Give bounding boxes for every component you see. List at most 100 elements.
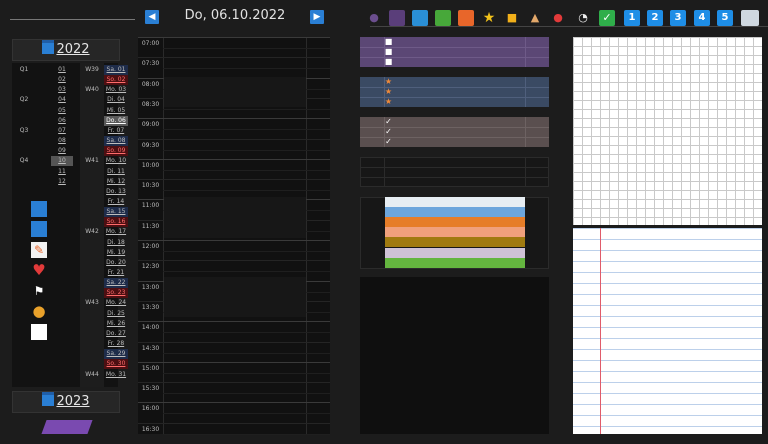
page-2-button[interactable]: 2	[647, 10, 663, 26]
schedule-slot[interactable]: 07:30	[138, 57, 330, 78]
year-2022-header[interactable]: 2022	[12, 39, 120, 61]
day-label[interactable]: So. 23	[104, 288, 128, 299]
day-label[interactable]: So. 02	[104, 75, 128, 86]
day-label[interactable]: Mi. 26	[104, 319, 128, 329]
month-label[interactable]: 07	[51, 126, 73, 136]
grid-notepad[interactable]	[573, 37, 762, 225]
clock-icon[interactable]: ◔	[575, 10, 591, 26]
week-label[interactable]: W41	[80, 156, 104, 166]
day-label[interactable]: Fr. 28	[104, 339, 128, 349]
laptop-icon[interactable]	[741, 10, 759, 26]
house-icon[interactable]: ▲	[527, 10, 543, 26]
week-label[interactable]: W44	[80, 370, 104, 380]
month-label[interactable]: 12	[51, 177, 73, 187]
day-label[interactable]: Di. 04	[104, 95, 128, 105]
day-label[interactable]: Fr. 07	[104, 126, 128, 136]
schedule-slot[interactable]: 16:30	[138, 422, 330, 444]
schedule-slot[interactable]: 16:00	[138, 402, 330, 423]
month-label[interactable]: 09	[51, 146, 73, 156]
day-label[interactable]: Mi. 12	[104, 177, 128, 187]
day-label[interactable]: Mi. 05	[104, 106, 128, 116]
day-label[interactable]: So. 16	[104, 217, 128, 228]
day-label[interactable]: Mo. 31	[104, 370, 128, 380]
day-label[interactable]: Di. 18	[104, 238, 128, 248]
day-label[interactable]: Sa. 22	[104, 278, 128, 289]
day-label[interactable]: Sa. 15	[104, 207, 128, 218]
day-label[interactable]: Mo. 24	[104, 298, 128, 308]
day-label[interactable]: So. 09	[104, 146, 128, 157]
schedule-slot[interactable]: 15:30	[138, 382, 330, 403]
day-label[interactable]: Mo. 17	[104, 227, 128, 237]
day-label[interactable]: Do. 27	[104, 329, 128, 339]
page-1-button[interactable]: 1	[624, 10, 640, 26]
year-2023-header[interactable]: 2023	[12, 391, 120, 413]
schedule-slot[interactable]: 09:30	[138, 138, 330, 160]
color-bar[interactable]	[385, 227, 525, 238]
month-label[interactable]: 03	[51, 85, 73, 95]
day-label[interactable]: Sa. 08	[104, 136, 128, 147]
day-label[interactable]: Do. 20	[104, 258, 128, 268]
page-5-button[interactable]: 5	[717, 10, 733, 26]
checkbox-icon[interactable]: ✓	[599, 10, 615, 26]
month-label[interactable]: 08	[51, 136, 73, 146]
star-icon[interactable]: ★	[481, 10, 497, 26]
heart-icon[interactable]: ♥	[31, 262, 47, 278]
day-label[interactable]: Sa. 29	[104, 349, 128, 360]
color-bar[interactable]	[385, 207, 525, 218]
quarter-label[interactable]: Q4	[12, 156, 36, 166]
lined-notepad[interactable]	[573, 228, 762, 434]
day-label[interactable]: Mi. 19	[104, 248, 128, 258]
month-label[interactable]: 02	[51, 75, 73, 85]
month-label[interactable]: 10	[51, 156, 73, 167]
calendar-icon[interactable]	[31, 221, 47, 237]
page-4-button[interactable]: 4	[694, 10, 710, 26]
month-label[interactable]: 05	[51, 106, 73, 116]
notes-area[interactable]	[360, 277, 549, 434]
day-label[interactable]: Di. 25	[104, 309, 128, 319]
schedule-slot[interactable]: 09:00	[138, 118, 330, 139]
day-label[interactable]: Di. 11	[104, 167, 128, 177]
blank-page-icon[interactable]	[31, 324, 47, 340]
bookmark-blue-icon[interactable]	[412, 10, 428, 26]
day-label[interactable]: Mo. 03	[104, 85, 128, 95]
day-schedule[interactable]: 07:00 07:30 08:00 08:30 09:00 09:30 10:00 10:30…	[138, 37, 330, 435]
schedule-slot[interactable]: 15:00	[138, 361, 330, 383]
color-bar[interactable]	[385, 197, 525, 207]
day-label[interactable]: Do. 13	[104, 187, 128, 197]
quarter-label[interactable]: Q1	[12, 65, 36, 75]
day-label[interactable]: Fr. 14	[104, 197, 128, 207]
color-bar[interactable]	[385, 237, 525, 248]
page-3-button[interactable]: 3	[670, 10, 686, 26]
coin-icon[interactable]: ●	[31, 303, 47, 319]
previous-day-button[interactable]: ◀	[145, 10, 159, 24]
next-day-button[interactable]: ▶	[310, 10, 324, 24]
week-label[interactable]: W43	[80, 298, 104, 308]
day-label[interactable]: Do. 06	[104, 115, 128, 126]
bookmark-green-icon[interactable]	[435, 10, 451, 26]
runner-icon[interactable]: ⚑	[31, 283, 47, 299]
schedule-slot[interactable]: 14:30	[138, 341, 330, 363]
month-label[interactable]: 01	[51, 65, 73, 75]
schedule-slot[interactable]: 12:00	[138, 240, 330, 261]
quarter-label[interactable]: Q2	[12, 95, 36, 105]
month-label[interactable]: 06	[51, 116, 73, 126]
person-icon[interactable]: ●	[366, 10, 382, 26]
week-label[interactable]: W40	[80, 85, 104, 95]
empty-box[interactable]	[360, 157, 549, 187]
color-bar[interactable]	[385, 217, 525, 228]
week-label[interactable]: W42	[80, 227, 104, 237]
month-label[interactable]: 11	[51, 167, 73, 177]
quarter-label[interactable]: Q3	[12, 126, 36, 136]
week-label[interactable]: W39	[80, 65, 104, 75]
day-label[interactable]: Mo. 10	[104, 156, 128, 166]
bell-icon[interactable]: ●	[550, 10, 566, 26]
color-bar[interactable]	[385, 257, 525, 268]
lock-icon[interactable]: ■	[504, 10, 520, 26]
month-label[interactable]: 04	[51, 95, 73, 105]
day-label[interactable]: Sa. 01	[104, 65, 128, 75]
calendar-icon[interactable]	[31, 201, 47, 217]
bookmark-orange-icon[interactable]	[458, 10, 474, 26]
day-label[interactable]: So. 30	[104, 359, 128, 370]
schedule-slot[interactable]: 10:00	[138, 158, 330, 180]
notes-icon[interactable]: ✎	[31, 242, 47, 258]
